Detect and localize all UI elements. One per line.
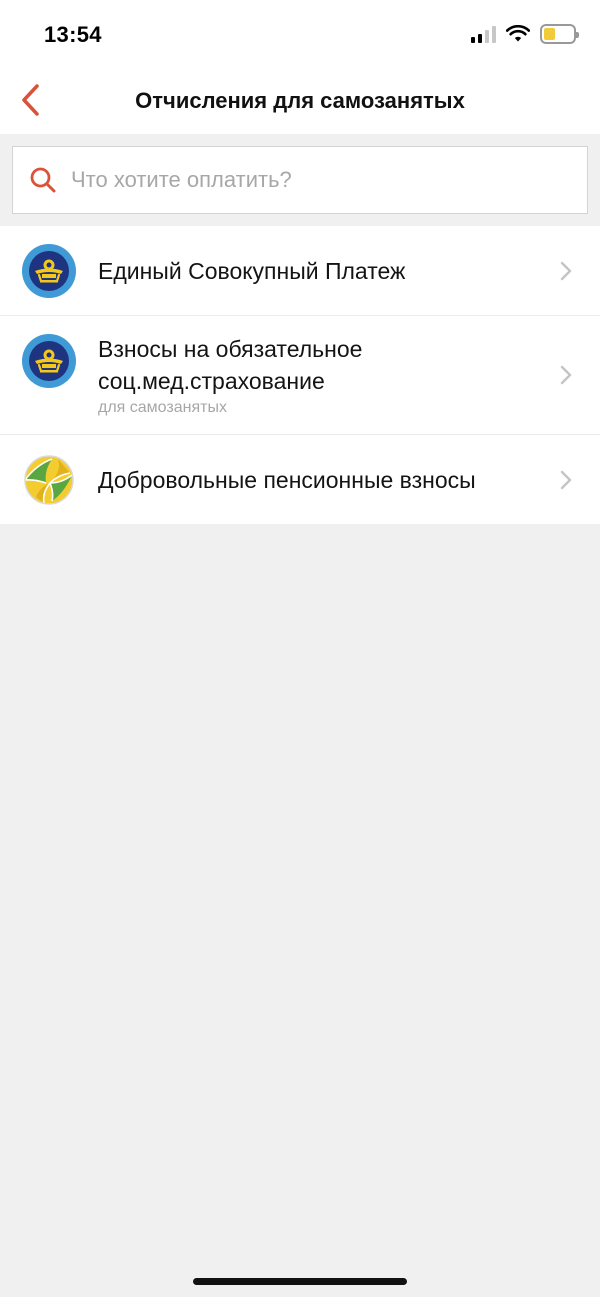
status-time: 13:54 — [44, 22, 102, 47]
search-section — [0, 134, 600, 226]
wifi-icon — [506, 25, 530, 42]
status-icons — [471, 24, 579, 44]
page-title: Отчисления для самозанятых — [135, 88, 465, 113]
list-item[interactable]: Единый Совокупный Платеж — [0, 226, 600, 316]
chevron-right-icon — [560, 261, 572, 280]
status-bar: 13:54 — [0, 0, 600, 66]
state-emblem-icon — [22, 243, 76, 298]
list-item-title: Взносы на обязательное соц.мед.страхован… — [98, 336, 363, 394]
state-emblem-icon — [22, 334, 76, 388]
list-item[interactable]: Добровольные пенсионные взносы — [0, 435, 600, 524]
navigation-bar: Отчисления для самозанятых — [0, 66, 600, 134]
cellular-signal-icon — [471, 25, 496, 43]
chevron-right-icon — [560, 470, 572, 489]
list-item-subtitle: для самозанятых — [98, 399, 227, 416]
chevron-right-icon — [560, 365, 572, 385]
search-icon — [29, 166, 57, 194]
list-item-text: Единый Совокупный Платеж — [98, 255, 538, 287]
list-item-title: Добровольные пенсионные взносы — [98, 466, 476, 493]
list-item[interactable]: Взносы на обязательное соц.мед.страхован… — [0, 316, 600, 435]
list-item-text: Взносы на обязательное соц.мед.страхован… — [98, 333, 538, 417]
home-indicator[interactable] — [193, 1278, 407, 1285]
list-item-text: Добровольные пенсионные взносы — [98, 464, 538, 496]
search-box[interactable] — [12, 146, 588, 214]
payment-list: Единый Совокупный Платеж Взносы на обяза… — [0, 226, 600, 524]
pension-fund-logo-icon — [24, 454, 74, 505]
list-item-title: Единый Совокупный Платеж — [98, 257, 406, 284]
search-input[interactable] — [71, 167, 551, 193]
battery-icon — [540, 24, 579, 44]
